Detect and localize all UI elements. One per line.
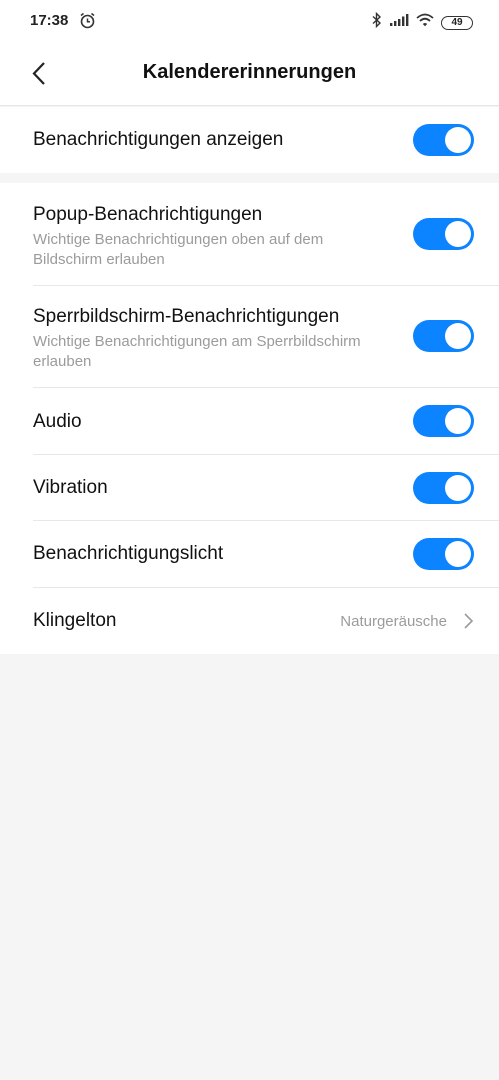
alarm-clock-icon xyxy=(79,12,96,34)
battery-icon: 49 xyxy=(441,15,473,30)
status-bar: 17:38 49 xyxy=(0,0,499,44)
row-show-notifications[interactable]: Benachrichtigungen anzeigen xyxy=(0,107,499,173)
status-time: 17:38 xyxy=(30,12,69,29)
lockscreen-notifications-toggle[interactable] xyxy=(413,320,474,352)
toggle-knob xyxy=(445,408,471,434)
vibration-toggle[interactable] xyxy=(413,472,474,504)
section-main-toggle: Benachrichtigungen anzeigen xyxy=(0,107,499,173)
row-label: Audio xyxy=(33,411,82,432)
ringtone-value: Naturgeräusche xyxy=(340,613,447,630)
toggle-knob xyxy=(445,541,471,567)
row-label: Popup-Benachrichtigungen xyxy=(33,204,263,225)
chevron-right-icon xyxy=(462,612,474,635)
row-audio[interactable]: Audio xyxy=(0,388,499,455)
toggle-knob xyxy=(445,475,471,501)
wifi-icon xyxy=(416,13,434,32)
show-notifications-toggle[interactable] xyxy=(413,124,474,156)
row-label: Benachrichtigungen anzeigen xyxy=(33,129,284,150)
audio-toggle[interactable] xyxy=(413,405,474,437)
row-ringtone[interactable]: Klingelton Naturgeräusche xyxy=(0,588,499,654)
section-notification-options: Popup-Benachrichtigungen Wichtige Benach… xyxy=(0,183,499,654)
row-lockscreen-notifications[interactable]: Sperrbildschirm-Benachrichtigungen Wicht… xyxy=(0,286,499,388)
title-bar: Kalendererinnerungen xyxy=(0,44,499,106)
toggle-knob xyxy=(445,323,471,349)
row-label: Sperrbildschirm-Benachrichtigungen xyxy=(33,306,340,327)
row-label: Vibration xyxy=(33,477,108,498)
signal-icon xyxy=(389,13,409,32)
status-icons: 49 xyxy=(372,11,473,33)
row-description: Wichtige Benachrichtigungen oben auf dem… xyxy=(33,231,324,268)
bluetooth-icon xyxy=(372,11,382,33)
row-label: Benachrichtigungslicht xyxy=(33,543,224,564)
row-notification-light[interactable]: Benachrichtigungslicht xyxy=(0,521,499,588)
row-label: Klingelton xyxy=(33,610,117,631)
toggle-knob xyxy=(445,127,471,153)
row-popup-notifications[interactable]: Popup-Benachrichtigungen Wichtige Benach… xyxy=(0,183,499,286)
notification-light-toggle[interactable] xyxy=(413,538,474,570)
page-title: Kalendererinnerungen xyxy=(142,61,357,83)
toggle-knob xyxy=(445,221,471,247)
row-description: Wichtige Benachrichtigungen am Sperrbild… xyxy=(33,333,361,370)
row-vibration[interactable]: Vibration xyxy=(0,455,499,521)
popup-notifications-toggle[interactable] xyxy=(413,218,474,250)
